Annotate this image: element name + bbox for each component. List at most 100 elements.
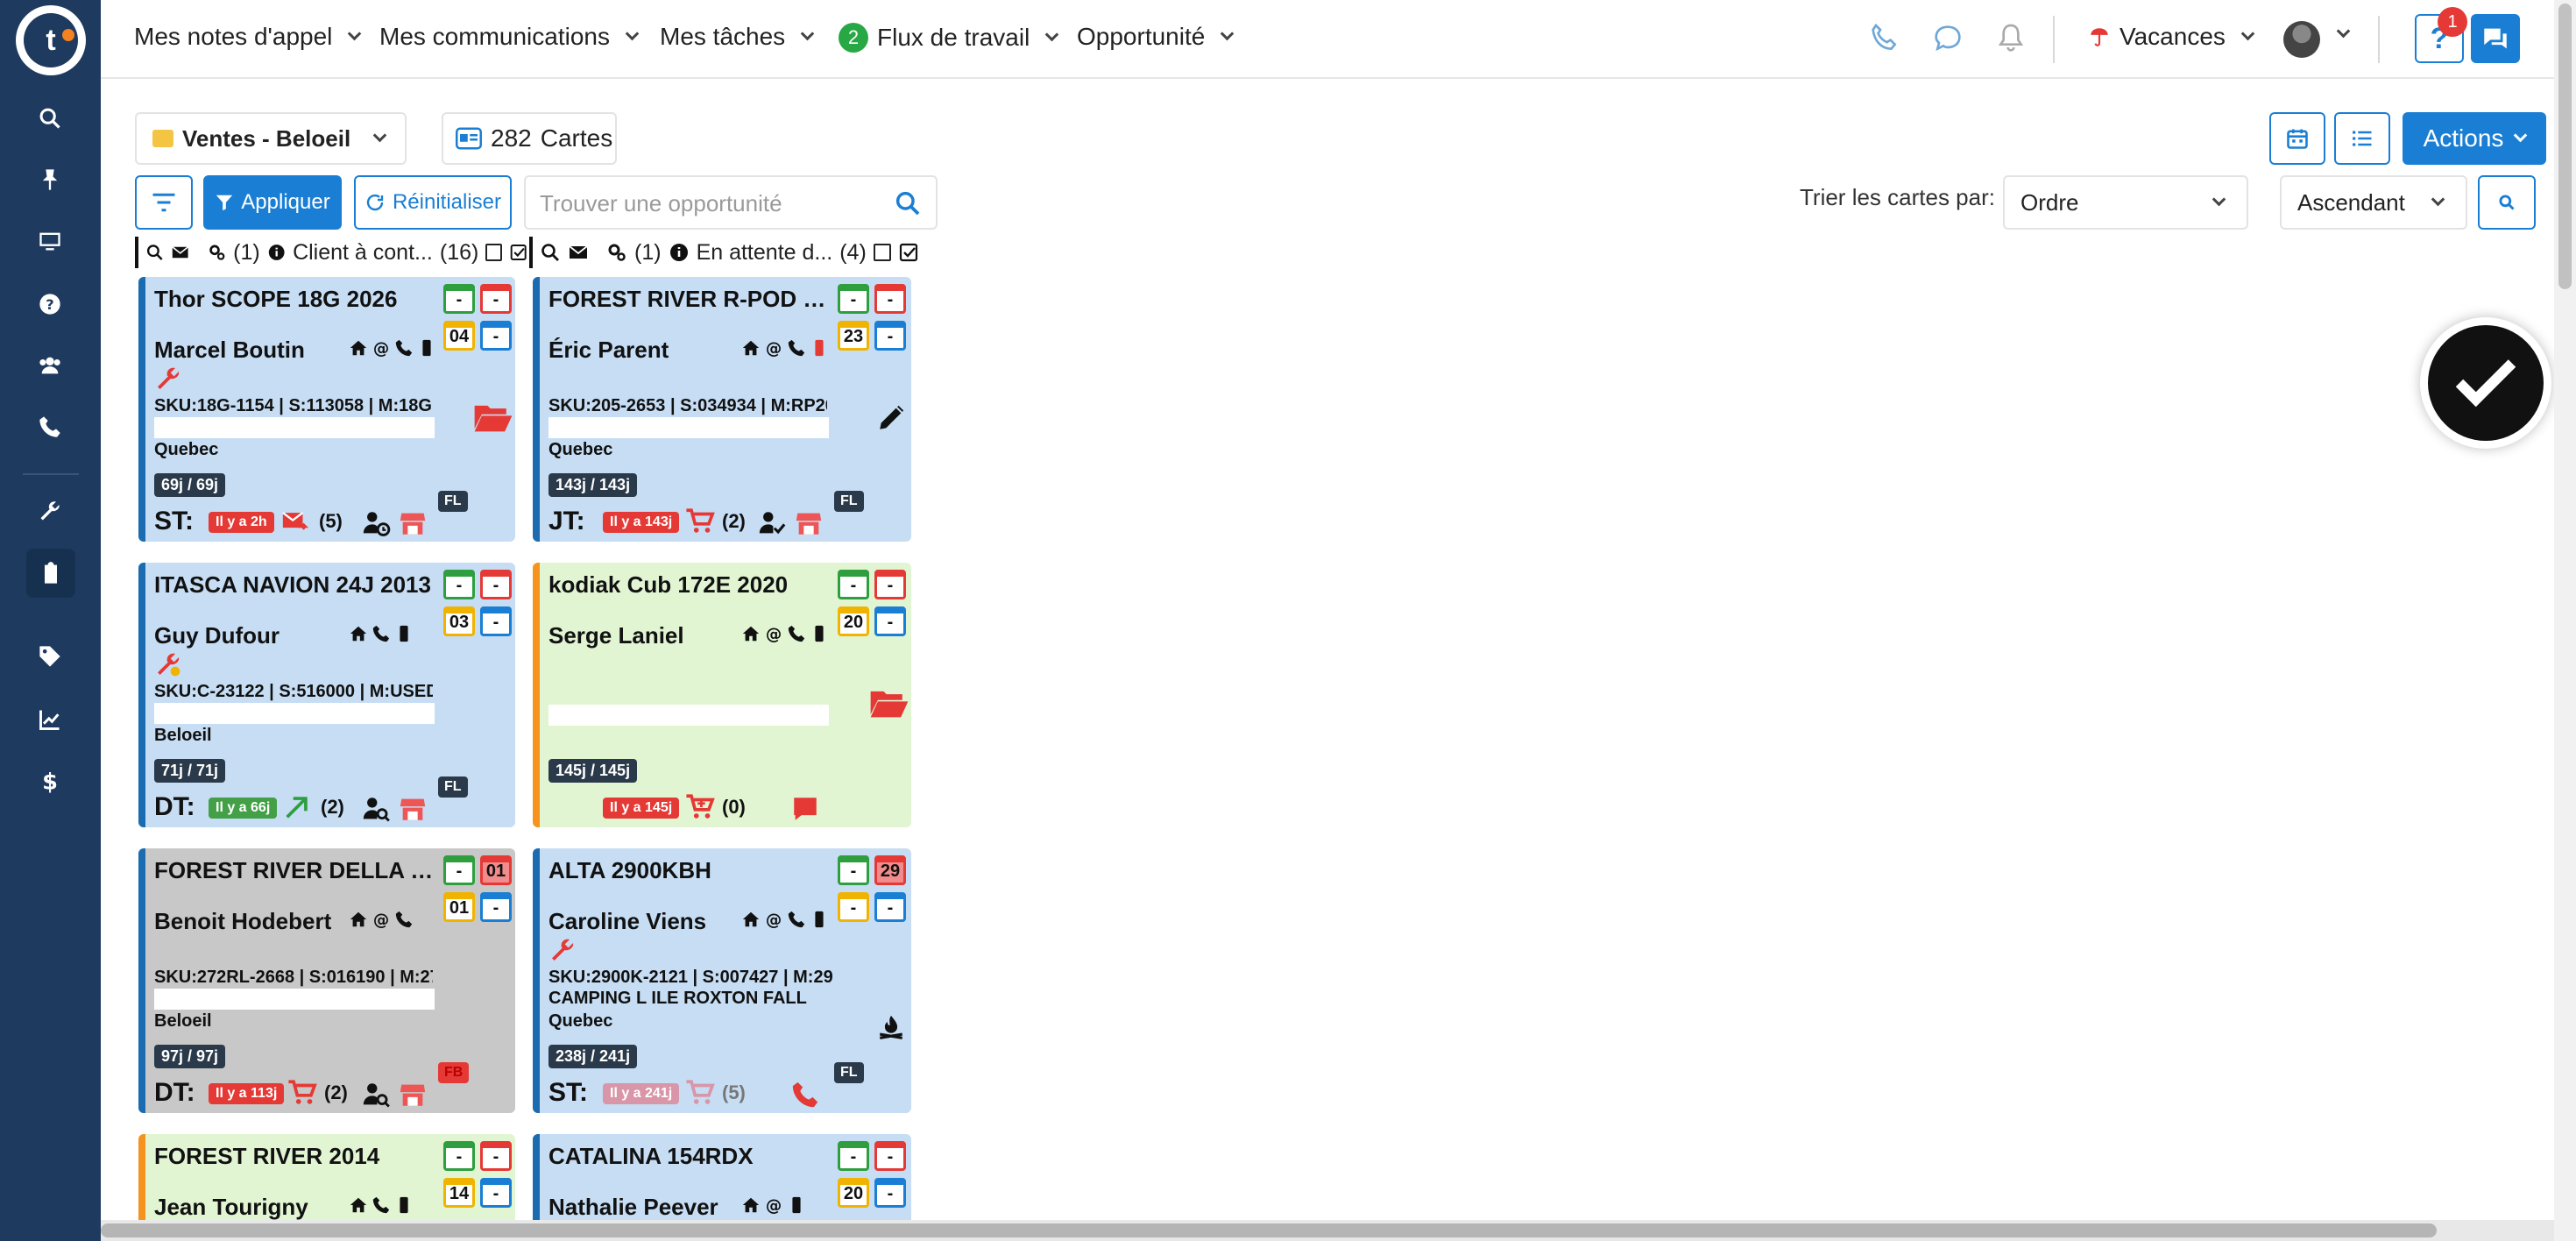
calendar-red-icon[interactable]: - — [480, 284, 512, 314]
calendar-blue-icon[interactable]: - — [874, 892, 906, 922]
vertical-scroll-thumb[interactable] — [2558, 4, 2572, 289]
folder-open-icon[interactable] — [473, 400, 513, 435]
sort-field-select[interactable]: Ordre — [2003, 175, 2248, 230]
wrench-icon[interactable] — [32, 493, 68, 529]
zoom-icon[interactable] — [540, 242, 561, 263]
cards-count-button[interactable]: 282 Cartes — [442, 112, 617, 165]
calendar-green-icon[interactable]: - — [443, 1141, 475, 1171]
calendar-green-icon[interactable]: - — [838, 855, 869, 885]
filter-toggle-button[interactable] — [135, 175, 193, 230]
calendar-yellow-icon[interactable]: 01 — [443, 892, 475, 922]
user-check-icon[interactable] — [757, 508, 787, 538]
arrow-up-right-icon[interactable] — [282, 792, 312, 822]
users-icon[interactable] — [32, 347, 68, 384]
nav-communications[interactable]: Mes communications — [379, 23, 640, 51]
calendar-yellow-icon[interactable]: 23 — [838, 321, 869, 351]
calendar-red-icon[interactable]: - — [874, 570, 906, 599]
phone-icon[interactable] — [372, 624, 391, 643]
sort-direction-select[interactable]: Ascendant — [2280, 175, 2467, 230]
nav-tasks[interactable]: Mes tâches — [660, 23, 815, 51]
calendar-yellow-icon[interactable]: 04 — [443, 321, 475, 351]
calendar-blue-icon[interactable]: - — [874, 1178, 906, 1208]
mail-forward-icon[interactable] — [280, 507, 310, 536]
store-icon[interactable] — [398, 1080, 428, 1110]
home-icon[interactable] — [349, 624, 368, 643]
vacation-menu[interactable]: Vacances — [2088, 23, 2255, 51]
calendar-red-icon[interactable]: - — [874, 1141, 906, 1171]
calendar-red-icon[interactable]: - — [480, 570, 512, 599]
avatar[interactable] — [2283, 21, 2320, 58]
complete-floating-button[interactable] — [2420, 317, 2551, 449]
mobile-icon[interactable] — [787, 1195, 806, 1215]
calendar-green-icon[interactable]: - — [443, 570, 475, 599]
calendar-yellow-icon[interactable]: 14 — [443, 1178, 475, 1208]
envelope-icon[interactable] — [171, 242, 189, 263]
calendar-red-icon[interactable]: 29 — [874, 855, 906, 885]
home-icon[interactable] — [741, 338, 761, 358]
phone-icon[interactable] — [1867, 21, 1902, 56]
calendar-green-icon[interactable]: - — [838, 284, 869, 314]
home-icon[interactable] — [741, 624, 761, 643]
at-icon[interactable]: @ — [764, 910, 783, 929]
calendar-green-icon[interactable]: - — [838, 1141, 869, 1171]
actions-button[interactable]: Actions — [2403, 112, 2546, 165]
at-icon[interactable]: @ — [764, 338, 783, 358]
nav-workflow[interactable]: 2 Flux de travail — [839, 23, 1059, 53]
column-2-checkbox[interactable] — [873, 244, 891, 261]
phone-icon[interactable] — [394, 338, 414, 358]
comment-icon[interactable] — [790, 794, 820, 824]
check-square-icon[interactable] — [509, 242, 527, 263]
home-icon[interactable] — [741, 1195, 761, 1215]
calendar-blue-icon[interactable]: - — [480, 321, 512, 351]
mobile-icon[interactable] — [417, 338, 436, 358]
bell-icon[interactable] — [1993, 21, 2028, 56]
calendar-green-icon[interactable]: - — [443, 284, 475, 314]
mobile-icon[interactable] — [394, 624, 414, 643]
phone-icon[interactable] — [394, 910, 414, 929]
nav-opportunity[interactable]: Opportunité — [1077, 23, 1235, 51]
calendar-blue-icon[interactable]: - — [874, 321, 906, 351]
board-selector[interactable]: Ventes - Beloeil — [135, 112, 407, 165]
list-view-button[interactable] — [2334, 112, 2390, 165]
messages-button[interactable] — [2471, 14, 2520, 63]
phone-icon[interactable] — [787, 338, 806, 358]
apply-filter-button[interactable]: Appliquer — [203, 175, 342, 230]
store-icon[interactable] — [398, 508, 428, 538]
user-search-icon[interactable] — [361, 1080, 391, 1110]
opportunity-card[interactable]: FOREST RIVER DELLA TER... - 01 01 - Beno… — [138, 848, 515, 1113]
user-clock-icon[interactable] — [361, 508, 391, 538]
dollar-icon[interactable]: $ — [32, 762, 68, 799]
search-input[interactable] — [540, 186, 873, 221]
phone-icon[interactable] — [787, 910, 806, 929]
home-icon[interactable] — [349, 338, 368, 358]
clipboard-icon[interactable] — [26, 549, 75, 598]
calendar-yellow-icon[interactable]: 20 — [838, 606, 869, 636]
mobile-icon[interactable] — [394, 1195, 414, 1215]
phone-icon[interactable] — [787, 624, 806, 643]
shopping-cart-icon[interactable] — [685, 507, 715, 536]
chat-bubble-icon[interactable] — [1930, 21, 1965, 56]
phone-icon[interactable] — [32, 408, 68, 445]
tag-icon[interactable] — [32, 638, 68, 675]
pin-icon[interactable] — [32, 161, 68, 198]
cart-plus-icon[interactable] — [685, 792, 715, 822]
check-square-icon[interactable] — [898, 242, 919, 263]
opportunity-card[interactable]: Thor SCOPE 18G 2026 - - 04 - Marcel Bout… — [138, 277, 515, 542]
info-icon[interactable] — [669, 242, 690, 263]
horizontal-scroll-thumb[interactable] — [101, 1223, 2437, 1237]
gears-icon[interactable] — [208, 242, 226, 263]
mobile-icon[interactable] — [810, 338, 829, 358]
search-icon[interactable] — [894, 189, 922, 217]
zoom-icon[interactable] — [145, 242, 164, 263]
vertical-scrollbar[interactable] — [2554, 0, 2576, 1241]
chevron-down-icon[interactable] — [2336, 24, 2351, 39]
gears-icon[interactable] — [606, 242, 627, 263]
calendar-red-icon[interactable]: - — [480, 1141, 512, 1171]
user-search-icon[interactable] — [361, 794, 391, 824]
home-icon[interactable] — [349, 1195, 368, 1215]
store-icon[interactable] — [794, 508, 824, 538]
column-1-checkbox[interactable] — [485, 244, 502, 261]
opportunity-card[interactable]: ALTA 2900KBH - 29 - - Caroline Viens @ S… — [533, 848, 911, 1113]
calendar-blue-icon[interactable]: - — [480, 606, 512, 636]
calendar-red-icon[interactable]: - — [874, 284, 906, 314]
